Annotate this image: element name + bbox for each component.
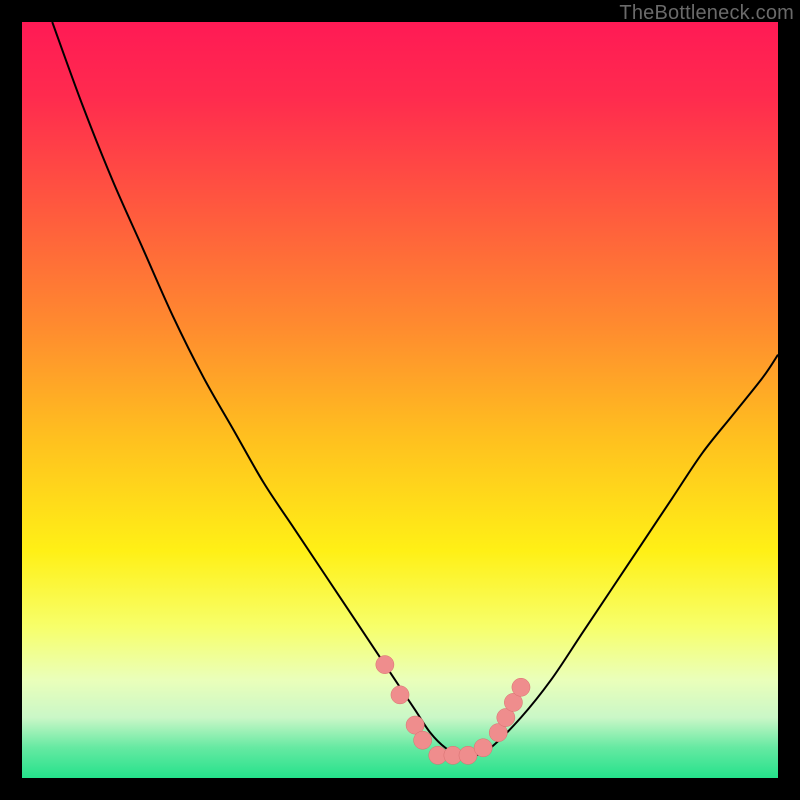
chart-frame: TheBottleneck.com: [0, 0, 800, 800]
gradient-background: [22, 22, 778, 778]
marker-point: [391, 686, 409, 704]
marker-point: [474, 739, 492, 757]
plot-area: [22, 22, 778, 778]
chart-svg: [22, 22, 778, 778]
attribution-text: TheBottleneck.com: [619, 2, 794, 25]
marker-point: [376, 656, 394, 674]
marker-point: [414, 731, 432, 749]
marker-point: [512, 678, 530, 696]
